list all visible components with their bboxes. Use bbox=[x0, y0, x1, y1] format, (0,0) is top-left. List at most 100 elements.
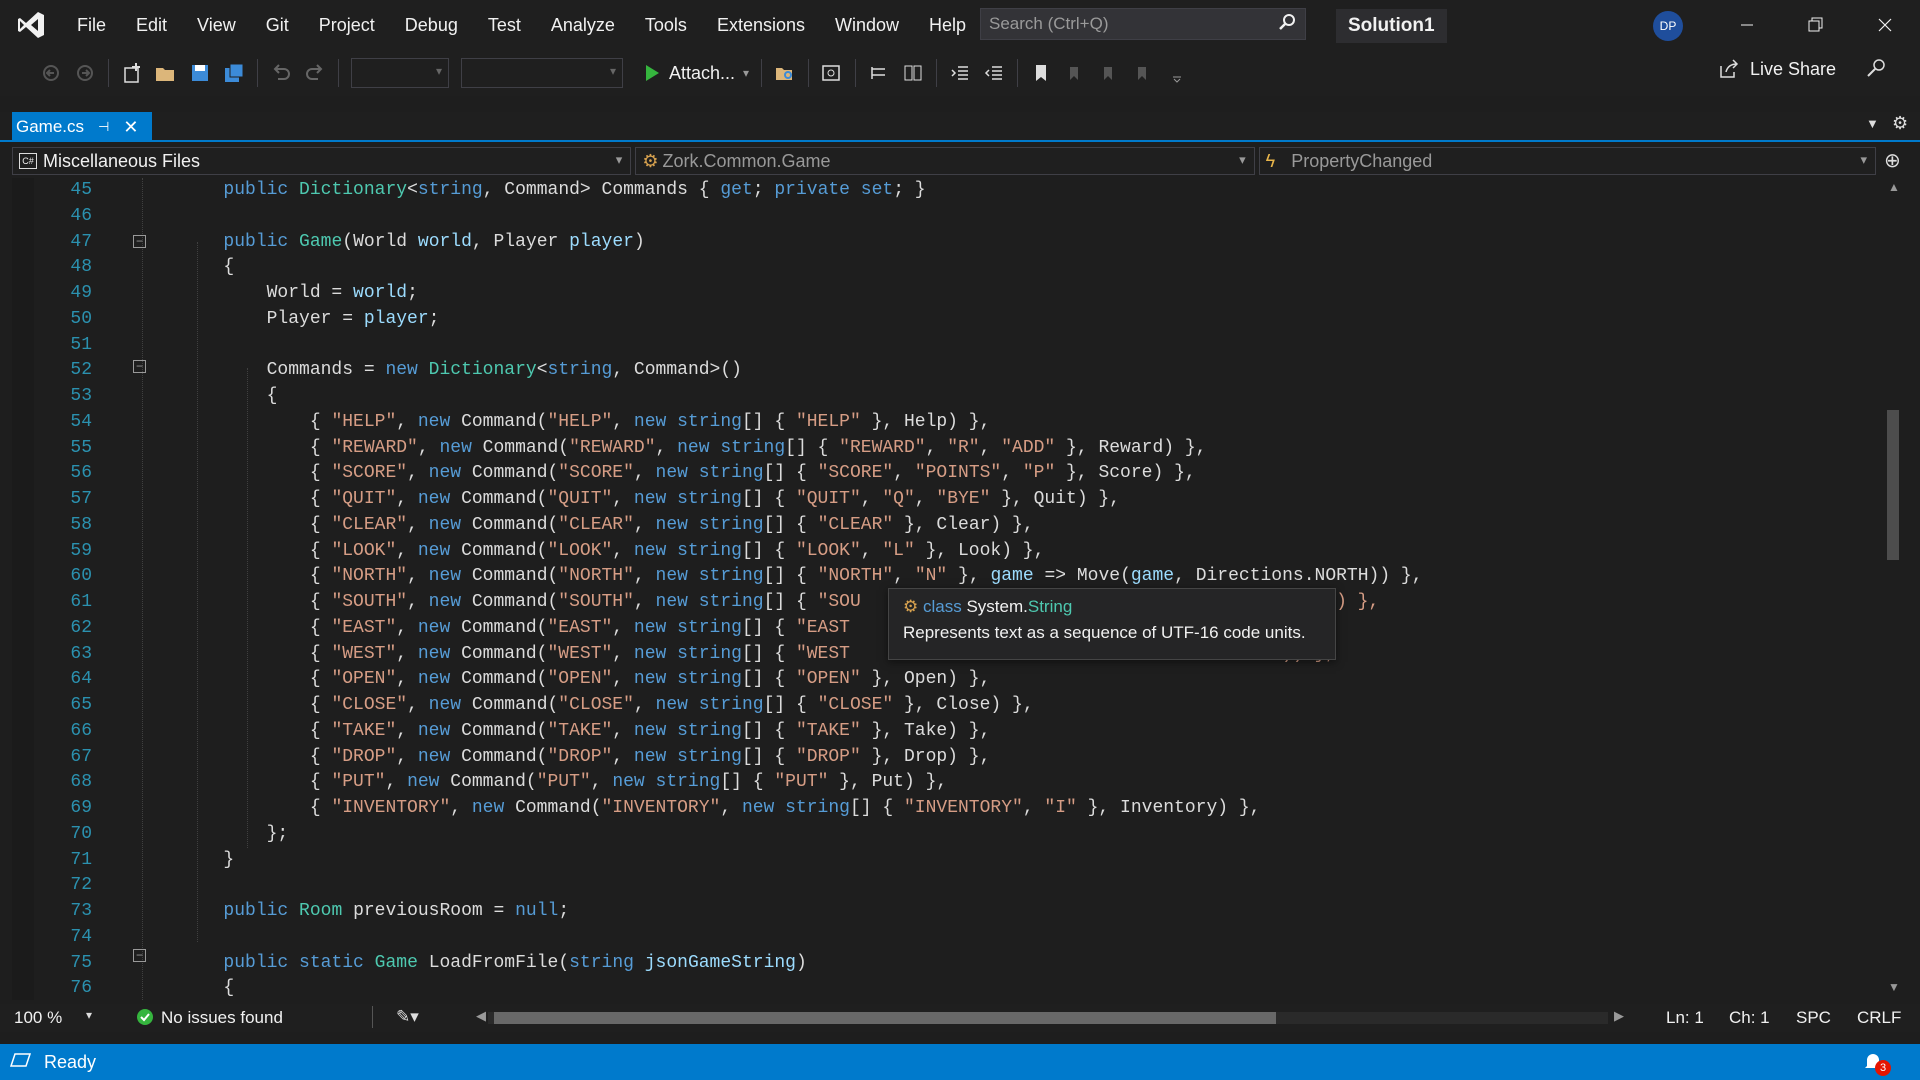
menu-item-debug[interactable]: Debug bbox=[390, 0, 473, 50]
scroll-left-icon[interactable]: ◀ bbox=[476, 1008, 486, 1024]
toolbar-overflow-icon[interactable] bbox=[1162, 58, 1192, 88]
solution-configuration-dropdown[interactable] bbox=[351, 58, 449, 88]
code-cleanup-icon[interactable]: ✎▾ bbox=[396, 1007, 419, 1027]
scroll-right-icon[interactable]: ▶ bbox=[1614, 1008, 1624, 1024]
code-text[interactable]: } bbox=[137, 848, 234, 874]
code-line[interactable]: 46 bbox=[12, 204, 1872, 230]
redo-icon[interactable] bbox=[300, 58, 330, 88]
code-text[interactable]: { "REWARD", new Command("REWARD", new st… bbox=[137, 436, 1207, 462]
code-text[interactable]: public Dictionary<string, Command> Comma… bbox=[137, 178, 925, 204]
horizontal-scrollbar-thumb[interactable] bbox=[494, 1012, 1276, 1024]
outdent-icon[interactable] bbox=[979, 58, 1009, 88]
zoom-dropdown-icon[interactable]: ▾ bbox=[86, 1008, 92, 1022]
code-line[interactable]: 51 bbox=[12, 333, 1872, 359]
project-dropdown[interactable]: C# Miscellaneous Files bbox=[12, 147, 632, 175]
restore-icon[interactable] bbox=[1785, 0, 1845, 50]
visual-studio-logo-icon[interactable] bbox=[0, 0, 62, 50]
live-share-button[interactable]: Live Share bbox=[1718, 58, 1836, 80]
compare-files-icon[interactable] bbox=[898, 58, 928, 88]
tab-game-cs[interactable]: Game.cs ⊣ ✕ bbox=[12, 112, 152, 142]
code-line[interactable]: 52 Commands = new Dictionary<string, Com… bbox=[12, 358, 1872, 384]
output-window-icon[interactable] bbox=[9, 1050, 32, 1075]
code-line[interactable]: 48 { bbox=[12, 255, 1872, 281]
code-line[interactable]: 57 { "QUIT", new Command("QUIT", new str… bbox=[12, 487, 1872, 513]
code-line[interactable]: 53 { bbox=[12, 384, 1872, 410]
code-text[interactable]: { bbox=[137, 976, 234, 1000]
code-text[interactable]: { "OPEN", new Command("OPEN", new string… bbox=[137, 667, 991, 693]
code-line[interactable]: 59 { "LOOK", new Command("LOOK", new str… bbox=[12, 539, 1872, 565]
menu-item-tools[interactable]: Tools bbox=[630, 0, 702, 50]
search-box[interactable] bbox=[980, 8, 1306, 40]
code-line[interactable]: 75 public static Game LoadFromFile(strin… bbox=[12, 951, 1872, 977]
code-line[interactable]: 64 { "OPEN", new Command("OPEN", new str… bbox=[12, 667, 1872, 693]
close-window-icon[interactable] bbox=[1855, 0, 1915, 50]
navigate-forward-icon[interactable] bbox=[70, 58, 100, 88]
code-text[interactable]: { bbox=[137, 384, 278, 410]
code-line[interactable]: 70 }; bbox=[12, 822, 1872, 848]
code-text[interactable]: Commands = new Dictionary<string, Comman… bbox=[137, 358, 742, 384]
code-text[interactable]: World = world; bbox=[137, 281, 418, 307]
code-text[interactable]: public static Game LoadFromFile(string j… bbox=[137, 951, 806, 977]
menu-item-file[interactable]: File bbox=[62, 0, 121, 50]
code-text[interactable]: { "QUIT", new Command("QUIT", new string… bbox=[137, 487, 1120, 513]
code-text[interactable]: { bbox=[137, 255, 234, 281]
char-status[interactable]: Ch: 1 bbox=[1729, 1008, 1770, 1028]
code-line[interactable]: 76 { bbox=[12, 976, 1872, 1000]
code-line[interactable]: 72 bbox=[12, 873, 1872, 899]
code-text[interactable]: public Room previousRoom = null; bbox=[137, 899, 569, 925]
vertical-scrollbar[interactable]: ▲ ▼ bbox=[1880, 178, 1908, 1000]
attach-button[interactable]: Attach... ▾ bbox=[643, 63, 749, 84]
new-project-icon[interactable] bbox=[117, 58, 147, 88]
code-text[interactable]: { "DROP", new Command("DROP", new string… bbox=[137, 745, 991, 771]
whitespace-status[interactable]: SPC bbox=[1796, 1008, 1831, 1028]
code-line[interactable]: 66 { "TAKE", new Command("TAKE", new str… bbox=[12, 719, 1872, 745]
code-text[interactable]: { "NORTH", new Command("NORTH", new stri… bbox=[137, 564, 1423, 590]
save-all-icon[interactable] bbox=[219, 58, 249, 88]
code-text[interactable]: { "LOOK", new Command("LOOK", new string… bbox=[137, 539, 1045, 565]
save-icon[interactable] bbox=[185, 58, 215, 88]
code-text[interactable]: { "CLEAR", new Command("CLEAR", new stri… bbox=[137, 513, 1034, 539]
menu-item-extensions[interactable]: Extensions bbox=[702, 0, 820, 50]
code-line[interactable]: 55 { "REWARD", new Command("REWARD", new… bbox=[12, 436, 1872, 462]
tab-list-dropdown-icon[interactable]: ▼ bbox=[1866, 116, 1879, 131]
code-line[interactable]: 54 { "HELP", new Command("HELP", new str… bbox=[12, 410, 1872, 436]
code-text[interactable]: { "SCORE", new Command("SCORE", new stri… bbox=[137, 461, 1196, 487]
feedback-icon[interactable] bbox=[1864, 56, 1890, 87]
clear-bookmarks-icon[interactable] bbox=[1128, 58, 1158, 88]
menu-item-analyze[interactable]: Analyze bbox=[536, 0, 630, 50]
avatar[interactable]: DP bbox=[1653, 11, 1683, 41]
code-line[interactable]: 68 { "PUT", new Command("PUT", new strin… bbox=[12, 770, 1872, 796]
menu-item-window[interactable]: Window bbox=[820, 0, 914, 50]
code-text[interactable]: Player = player; bbox=[137, 307, 440, 333]
code-line[interactable]: 49 World = world; bbox=[12, 281, 1872, 307]
zoom-level[interactable]: 100 % bbox=[14, 1008, 62, 1028]
menu-item-git[interactable]: Git bbox=[251, 0, 304, 50]
code-line[interactable]: 67 { "DROP", new Command("DROP", new str… bbox=[12, 745, 1872, 771]
issues-status[interactable]: No issues found bbox=[161, 1008, 283, 1028]
code-line[interactable]: 65 { "CLOSE", new Command("CLOSE", new s… bbox=[12, 693, 1872, 719]
undo-icon[interactable] bbox=[266, 58, 296, 88]
menu-item-help[interactable]: Help bbox=[914, 0, 981, 50]
code-line[interactable]: 73 public Room previousRoom = null; bbox=[12, 899, 1872, 925]
code-text[interactable]: { "INVENTORY", new Command("INVENTORY", … bbox=[137, 796, 1261, 822]
code-text[interactable]: { "CLOSE", new Command("CLOSE", new stri… bbox=[137, 693, 1034, 719]
code-line[interactable]: 56 { "SCORE", new Command("SCORE", new s… bbox=[12, 461, 1872, 487]
bookmark-icon[interactable] bbox=[1026, 58, 1056, 88]
type-dropdown[interactable]: ⚙ Zork.Common.Game bbox=[635, 147, 1255, 175]
code-text[interactable]: { "PUT", new Command("PUT", new string[]… bbox=[137, 770, 947, 796]
search-input[interactable] bbox=[989, 14, 1269, 34]
navigate-back-icon[interactable] bbox=[36, 58, 66, 88]
code-line[interactable]: 60 { "NORTH", new Command("NORTH", new s… bbox=[12, 564, 1872, 590]
solution-platform-dropdown[interactable] bbox=[461, 58, 623, 88]
find-in-files-icon[interactable] bbox=[770, 58, 800, 88]
next-bookmark-icon[interactable] bbox=[1094, 58, 1124, 88]
step-into-icon[interactable] bbox=[864, 58, 894, 88]
code-text[interactable]: public Game(World world, Player player) bbox=[137, 230, 644, 256]
code-text[interactable]: { "TAKE", new Command("TAKE", new string… bbox=[137, 719, 991, 745]
member-dropdown[interactable]: ϟ PropertyChanged bbox=[1258, 147, 1876, 175]
indent-icon[interactable] bbox=[945, 58, 975, 88]
browser-link-icon[interactable] bbox=[817, 58, 847, 88]
line-ending-status[interactable]: CRLF bbox=[1857, 1008, 1901, 1028]
code-line[interactable]: 58 { "CLEAR", new Command("CLEAR", new s… bbox=[12, 513, 1872, 539]
menu-item-project[interactable]: Project bbox=[304, 0, 390, 50]
